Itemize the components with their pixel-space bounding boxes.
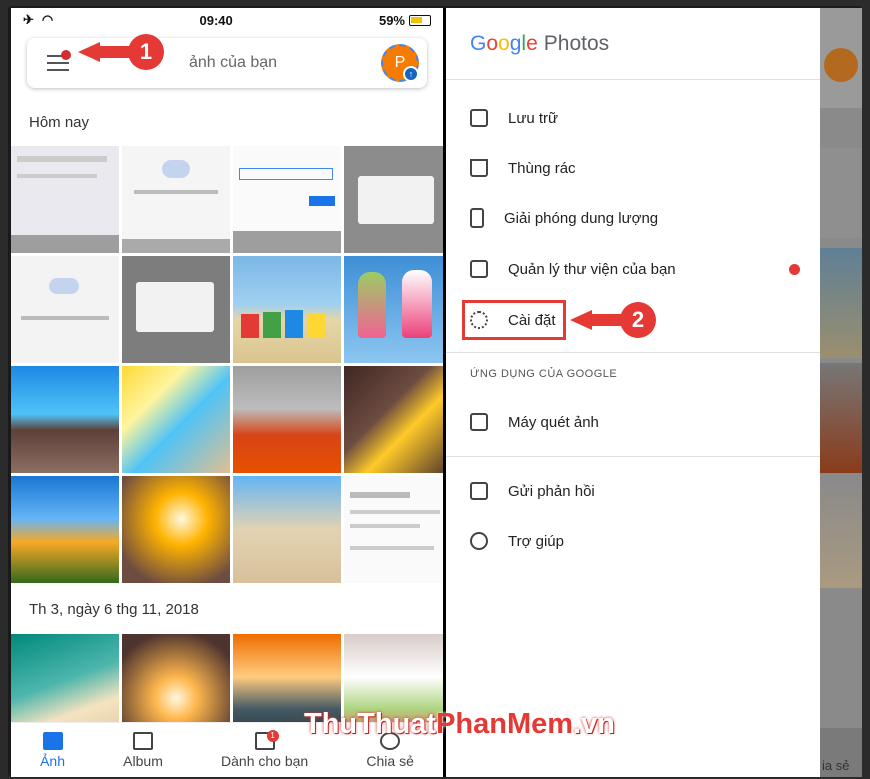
menu-label: Quản lý thư viện của bạn xyxy=(508,260,676,278)
drawer-header: Google Photos xyxy=(446,8,820,80)
wifi-icon: ◠ xyxy=(41,12,54,27)
trash-icon xyxy=(470,159,488,177)
watermark-part: .vn xyxy=(573,708,615,740)
archive-icon xyxy=(470,109,488,127)
menu-help[interactable]: Trợ giúp xyxy=(446,521,820,561)
nav-label: Dành cho bạn xyxy=(221,752,309,769)
photo-thumb[interactable] xyxy=(344,476,443,583)
avatar[interactable]: P ↑ xyxy=(381,44,419,82)
callout-2: 2 xyxy=(570,302,656,338)
feedback-icon xyxy=(470,482,488,500)
nav-album[interactable]: Album xyxy=(123,731,163,769)
callout-number-2: 2 xyxy=(620,302,656,338)
menu-trash[interactable]: Thùng rác xyxy=(446,148,820,188)
photo-thumb[interactable] xyxy=(11,476,119,583)
google-logo: Google xyxy=(470,31,538,55)
menu-feedback[interactable]: Gửi phản hồi xyxy=(446,471,820,511)
section-date: Th 3, ngày 6 thg 11, 2018 xyxy=(29,601,199,618)
photo-thumb[interactable] xyxy=(233,476,341,583)
photo-thumb[interactable] xyxy=(344,256,443,363)
divider xyxy=(446,456,820,457)
battery-icon xyxy=(409,14,431,26)
photo-thumb[interactable] xyxy=(122,256,230,363)
status-time: 09:40 xyxy=(199,12,233,28)
notification-dot xyxy=(61,50,71,60)
menu-archive[interactable]: Lưu trữ xyxy=(446,98,820,138)
upload-icon: ↑ xyxy=(403,66,419,82)
photo-thumb[interactable] xyxy=(11,366,119,473)
battery-percent: 59% xyxy=(378,12,405,28)
menu-label: Lưu trữ xyxy=(508,109,559,127)
watermark: ThuThuatPhanMem.vn xyxy=(304,708,615,741)
nav-label: Chia sẻ xyxy=(366,752,414,769)
edge-nav-label: ia sẻ xyxy=(822,758,850,773)
menu-free-space[interactable]: Giải phóng dung lượng xyxy=(446,198,820,238)
nav-label: Album xyxy=(123,752,163,769)
callout-number-1: 1 xyxy=(128,34,164,70)
photo-thumb[interactable] xyxy=(122,366,230,473)
photo-thumb[interactable] xyxy=(122,476,230,583)
menu-label: Gửi phản hồi xyxy=(508,482,595,500)
divider xyxy=(446,352,820,353)
nav-for-you[interactable]: 1 Dành cho bạn xyxy=(221,729,309,769)
free-space-icon xyxy=(470,208,484,228)
assistant-icon: 1 xyxy=(254,729,279,750)
airplane-icon: ✈ xyxy=(23,12,34,27)
menu-label: Thùng rác xyxy=(508,159,576,177)
photo-thumb[interactable] xyxy=(233,366,341,473)
watermark-part: PhanMem xyxy=(436,708,574,740)
photo-thumb[interactable] xyxy=(233,256,341,363)
photo-icon xyxy=(42,731,63,750)
photos-main-screen: ✈ ◠ 09:40 59% ảnh của bạn P ↑ 1 Hôm nay xyxy=(11,8,443,777)
nav-label: Ảnh xyxy=(40,752,65,769)
watermark-part: ThuThuat xyxy=(304,708,437,740)
library-icon xyxy=(470,260,488,278)
photo-thumb[interactable] xyxy=(11,256,119,363)
settings-highlight xyxy=(462,300,566,340)
section-today: Hôm nay xyxy=(29,114,90,131)
album-icon xyxy=(133,731,154,750)
menu-photoscan[interactable]: Máy quét ảnh xyxy=(446,402,820,442)
photos-brand: Photos xyxy=(543,31,610,55)
status-bar: ✈ ◠ 09:40 59% xyxy=(11,8,443,32)
photo-thumb[interactable] xyxy=(233,146,341,253)
photo-thumb[interactable] xyxy=(11,146,119,253)
callout-1: 1 xyxy=(78,34,164,70)
photoscan-icon xyxy=(470,413,488,431)
navigation-drawer: Google Photos Lưu trữ Thùng rác Giải phó… xyxy=(446,8,820,777)
photo-grid-today xyxy=(11,146,443,583)
nav-photos[interactable]: Ảnh xyxy=(40,731,65,769)
search-placeholder[interactable]: ảnh của bạn xyxy=(189,54,277,72)
photo-thumb[interactable] xyxy=(344,146,443,253)
photo-thumb[interactable] xyxy=(122,146,230,253)
menu-manage-library[interactable]: Quản lý thư viện của bạn xyxy=(446,249,820,289)
dimmed-background[interactable]: ia sẻ xyxy=(820,8,862,777)
notification-dot xyxy=(789,263,800,275)
menu-label: Giải phóng dung lượng xyxy=(504,209,659,227)
help-icon xyxy=(470,532,488,550)
menu-label: Trợ giúp xyxy=(508,532,564,550)
google-apps-header: ỨNG DỤNG CỦA GOOGLE xyxy=(470,368,618,380)
photo-thumb[interactable] xyxy=(344,366,443,473)
menu-label: Máy quét ảnh xyxy=(508,413,599,431)
nav-badge: 1 xyxy=(266,729,279,742)
